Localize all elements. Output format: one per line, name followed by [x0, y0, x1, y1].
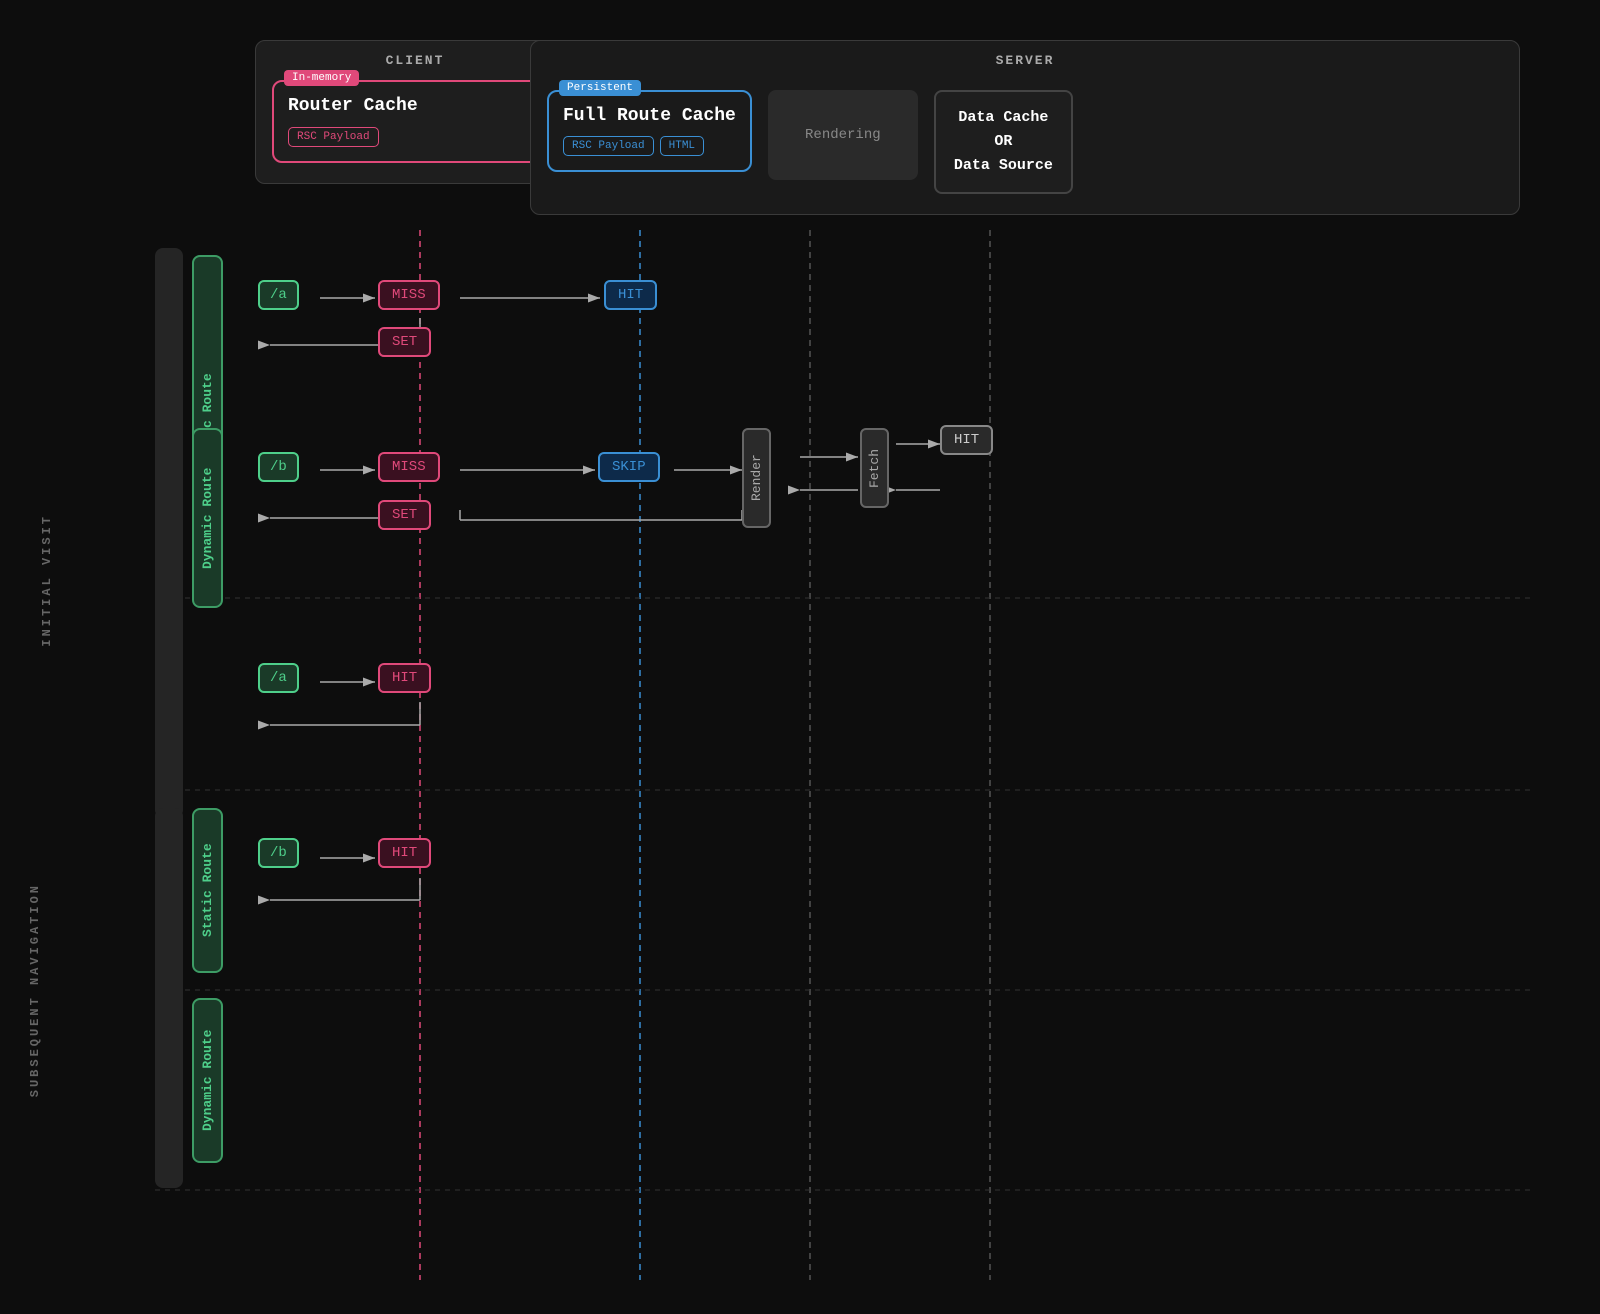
router-cache-title: Router Cache	[288, 96, 542, 116]
subsequent-nav-phase-box	[155, 808, 183, 1188]
data-cache-box: Data Cache OR Data Source	[934, 90, 1073, 194]
subsequent-nav-label: SUBSEQUENT NAVIGATION	[28, 800, 42, 1180]
hit-badge-gray: HIT	[940, 425, 993, 455]
set-badge-2: SET	[378, 500, 431, 530]
dynamic-route-label-1: Dynamic Route	[192, 428, 223, 608]
initial-visit-phase-box	[155, 248, 183, 818]
path-b-badge-1: /b	[258, 452, 299, 482]
inmemory-tag: In-memory	[284, 70, 359, 86]
frc-rsc-tag: RSC Payload	[563, 136, 654, 156]
rendering-box: Rendering	[768, 90, 918, 180]
hit-badge-blue-1: HIT	[604, 280, 657, 310]
full-route-cache-title: Full Route Cache	[563, 106, 736, 126]
client-label: CLIENT	[272, 53, 558, 68]
path-a-badge-1: /a	[258, 280, 299, 310]
skip-badge: SKIP	[598, 452, 660, 482]
rsc-payload-tag: RSC Payload	[288, 127, 379, 147]
frc-html-tag: HTML	[660, 136, 704, 156]
render-badge: Render	[742, 428, 771, 528]
miss-badge-2: MISS	[378, 452, 440, 482]
persistent-tag: Persistent	[559, 80, 641, 96]
initial-visit-label: INITIAL VISIT	[40, 290, 54, 870]
path-b-badge-2: /b	[258, 838, 299, 868]
server-label: SERVER	[547, 53, 1503, 68]
miss-badge-1: MISS	[378, 280, 440, 310]
dynamic-route-label-2: Dynamic Route	[192, 998, 223, 1163]
hit-badge-pink-2: HIT	[378, 838, 431, 868]
static-route-label-2: Static Route	[192, 808, 223, 973]
server-section-box: SERVER Persistent Full Route Cache RSC P…	[530, 40, 1520, 215]
path-a-badge-2: /a	[258, 663, 299, 693]
diagram-container: CLIENT In-memory Router Cache RSC Payloa…	[0, 0, 1600, 1314]
client-section-box: CLIENT In-memory Router Cache RSC Payloa…	[255, 40, 575, 184]
set-badge-1: SET	[378, 327, 431, 357]
hit-badge-pink-1: HIT	[378, 663, 431, 693]
fetch-badge: Fetch	[860, 428, 889, 508]
